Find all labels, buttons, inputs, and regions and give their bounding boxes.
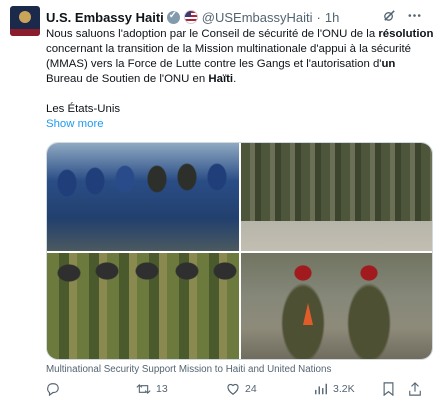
header-actions	[382, 8, 422, 23]
separator: ·	[316, 9, 321, 25]
retweet-icon	[136, 382, 151, 396]
tweet-header: U.S. Embassy Haiti @USEmbassyHaiti · 1h	[46, 8, 430, 26]
avatar-bar	[10, 29, 40, 36]
text-segment: concernant la transition de la Mission m…	[46, 43, 411, 70]
share-icon	[408, 382, 422, 396]
text-segment: .	[233, 73, 237, 85]
photo-soldiers-formation[interactable]	[241, 143, 432, 251]
verified-badge-icon[interactable]	[166, 10, 180, 24]
like-icon	[226, 382, 240, 396]
media-caption: Multinational Security Support Mission t…	[46, 364, 332, 375]
bold-text-segment: résolution	[378, 28, 434, 40]
bold-text-segment: un	[381, 58, 396, 70]
media-grid[interactable]	[46, 142, 433, 360]
photo-troops-helmets[interactable]	[47, 253, 239, 359]
like-count: 24	[245, 383, 257, 395]
grok-icon[interactable]	[382, 8, 397, 23]
share-button[interactable]	[408, 382, 422, 396]
views-button[interactable]: 3.2K	[314, 382, 355, 396]
bold-text-segment: Haïti	[208, 73, 234, 85]
more-icon[interactable]	[407, 8, 422, 23]
text-segment: Nous saluons l'adoption par le Conseil d…	[46, 28, 379, 40]
show-more-link[interactable]: Show more	[46, 118, 104, 130]
traffic-cone	[303, 303, 313, 325]
views-count: 3.2K	[333, 383, 355, 395]
like-button[interactable]: 24	[226, 382, 257, 396]
tweet-text: Nous saluons l'adoption par le Conseil d…	[46, 27, 434, 87]
us-flag-icon	[183, 10, 198, 24]
author-avatar[interactable]	[10, 6, 40, 36]
photo-two-soldiers[interactable]	[241, 253, 432, 359]
author-handle[interactable]: @USEmbassyHaiti	[202, 10, 313, 25]
embassy-seal-icon	[19, 11, 31, 23]
retweet-button[interactable]: 13	[136, 382, 168, 396]
tweet-time[interactable]: 1h	[325, 10, 339, 25]
retweet-count: 13	[156, 383, 168, 395]
author-name[interactable]: U.S. Embassy Haiti	[46, 10, 164, 25]
views-icon	[314, 382, 328, 396]
tweet-actions: 13 24 3.2K	[46, 382, 426, 402]
reply-icon	[46, 382, 60, 396]
bookmark-button[interactable]	[382, 382, 395, 396]
reply-button[interactable]	[46, 382, 65, 396]
tweet-text-line2: Les États-Unis	[46, 103, 121, 115]
photo-police-formation[interactable]	[47, 143, 239, 251]
bookmark-icon	[382, 382, 395, 396]
text-segment: Bureau de Soutien de l'ONU en	[46, 73, 209, 85]
